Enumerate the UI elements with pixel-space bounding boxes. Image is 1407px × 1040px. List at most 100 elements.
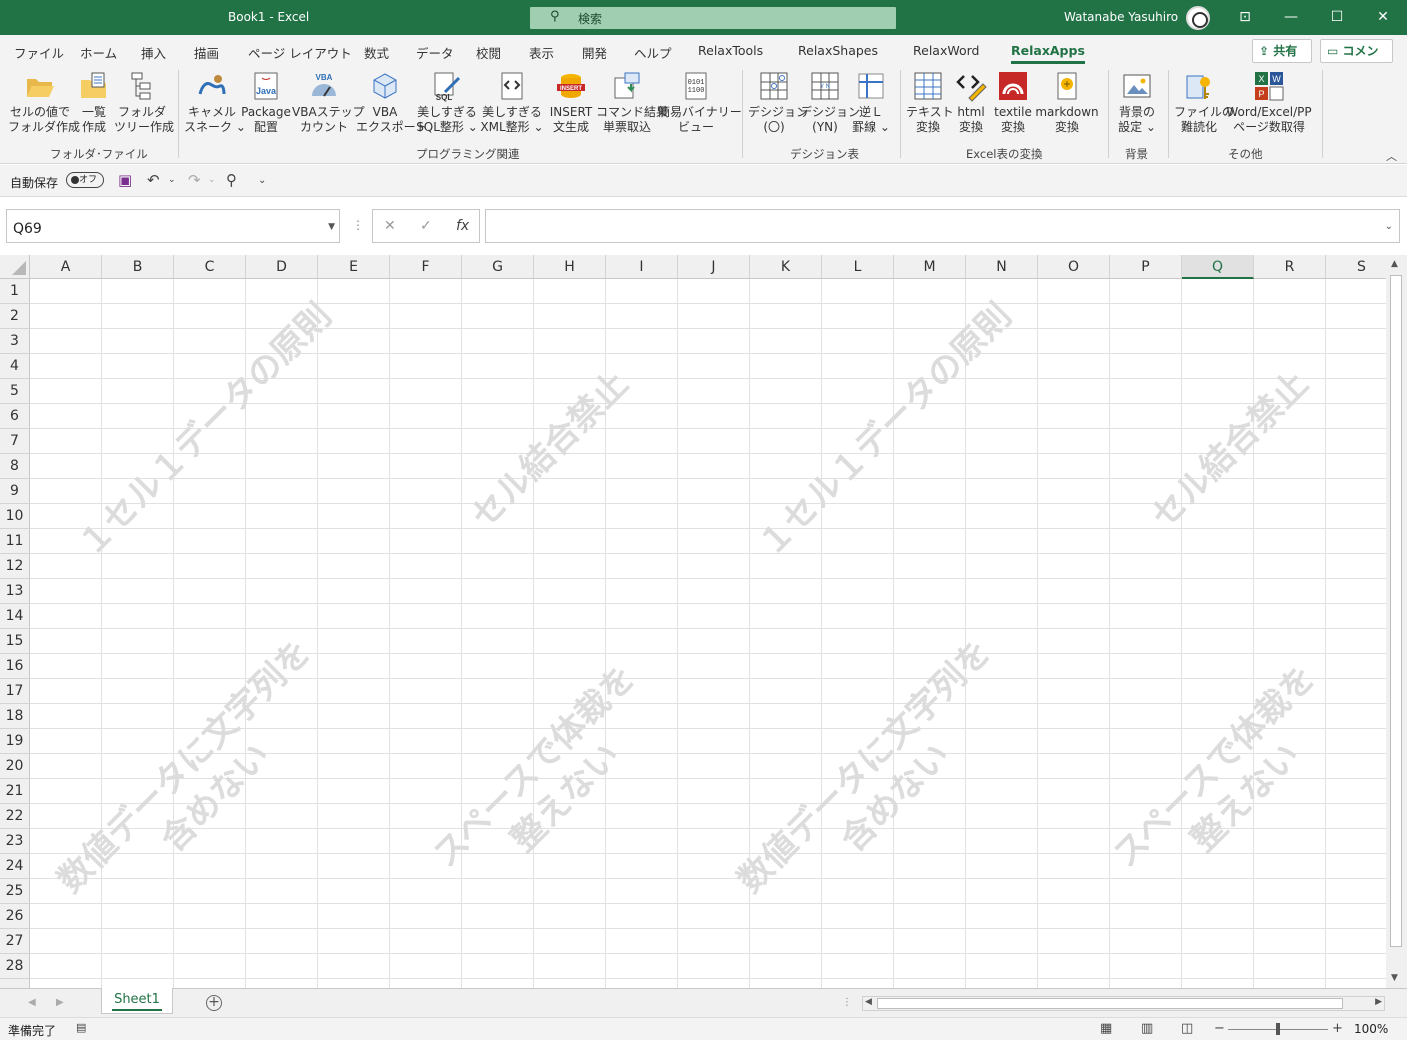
column-header[interactable]: N <box>966 255 1038 279</box>
tab-11[interactable]: RelaxTools <box>698 43 763 58</box>
column-header[interactable]: B <box>102 255 174 279</box>
markdown-convert-button[interactable]: markdown 変換 <box>1034 70 1100 135</box>
user-name[interactable]: Watanabe Yasuhiro <box>1064 10 1178 24</box>
formula-input[interactable]: ⌄ <box>485 209 1400 243</box>
column-header[interactable]: O <box>1038 255 1110 279</box>
row-header[interactable]: 23 <box>0 829 30 854</box>
row-header[interactable]: 16 <box>0 654 30 679</box>
command-result-button[interactable]: コマンド結果 単票取込 <box>596 70 668 135</box>
tab-12[interactable]: RelaxShapes <box>798 43 878 58</box>
row-header[interactable]: 21 <box>0 779 30 804</box>
undo-icon[interactable]: ↶ <box>147 171 160 189</box>
row-header[interactable]: 13 <box>0 579 30 604</box>
column-header[interactable]: S <box>1326 255 1386 279</box>
column-header[interactable]: G <box>462 255 534 279</box>
tab-10[interactable]: ヘルプ <box>634 43 672 62</box>
row-header[interactable]: 18 <box>0 704 30 729</box>
search-box[interactable]: ⚲ 検索 <box>530 7 896 29</box>
zoom-level[interactable]: 100% <box>1354 1022 1388 1036</box>
folder-tree-button[interactable]: フォルダ ツリー作成 <box>114 70 174 135</box>
select-all-button[interactable] <box>0 255 30 279</box>
insert-function-icon[interactable]: fx <box>456 218 469 234</box>
row-header[interactable]: 15 <box>0 629 30 654</box>
comment-button[interactable]: ▭ コメント <box>1320 39 1393 80</box>
scroll-down-icon[interactable]: ▼ <box>1391 973 1398 983</box>
tab-14[interactable]: RelaxApps <box>1011 43 1085 64</box>
page-count-button[interactable]: XWP Word/Excel/PP ページ数取得 <box>1224 70 1314 135</box>
decision-o-button[interactable]: デシジョン (〇) <box>748 70 808 135</box>
row-header[interactable]: 28 <box>0 954 30 979</box>
name-box[interactable]: Q69 ▼ <box>6 209 340 243</box>
row-header[interactable]: 12 <box>0 554 30 579</box>
row-header[interactable]: 7 <box>0 429 30 454</box>
column-header[interactable]: H <box>534 255 606 279</box>
row-header[interactable]: 3 <box>0 329 30 354</box>
row-header[interactable]: 9 <box>0 479 30 504</box>
scroll-left-icon[interactable]: ◀ <box>865 997 872 1007</box>
column-header[interactable]: L <box>822 255 894 279</box>
page-break-view-icon[interactable]: ◫ <box>1181 1021 1193 1036</box>
column-header[interactable]: I <box>606 255 678 279</box>
column-header[interactable]: Q <box>1182 255 1254 279</box>
sql-format-button[interactable]: SQL 美しすぎる SQL整形 ⌄ <box>416 70 478 135</box>
row-header[interactable]: 5 <box>0 379 30 404</box>
minimize-button[interactable]: — <box>1268 0 1314 35</box>
horizontal-scroll-thumb[interactable] <box>877 998 1343 1009</box>
prev-sheet-icon[interactable]: ◀ <box>28 997 36 1008</box>
decision-yn-button[interactable]: Y N デシジョン (YN) <box>800 70 860 135</box>
add-sheet-icon[interactable]: + <box>206 995 222 1011</box>
row-header[interactable]: 8 <box>0 454 30 479</box>
zoom-search-icon[interactable]: ⚲ <box>226 171 237 189</box>
save-icon[interactable]: ▣ <box>118 171 132 189</box>
tab-6[interactable]: データ <box>416 43 454 62</box>
accessibility-icon[interactable]: ▤ <box>76 1021 86 1034</box>
tab-splitter-icon[interactable]: ⋮ <box>842 997 852 1008</box>
tab-13[interactable]: RelaxWord <box>913 43 979 58</box>
row-header[interactable]: 20 <box>0 754 30 779</box>
page-layout-view-icon[interactable]: ▥ <box>1141 1021 1153 1036</box>
scroll-up-icon[interactable]: ▲ <box>1391 259 1398 269</box>
xml-format-button[interactable]: 美しすぎる XML整形 ⌄ <box>480 70 544 135</box>
column-header[interactable]: A <box>30 255 102 279</box>
zoom-in-icon[interactable]: + <box>1332 1021 1343 1036</box>
row-header[interactable]: 11 <box>0 529 30 554</box>
row-header[interactable]: 2 <box>0 304 30 329</box>
column-header[interactable]: M <box>894 255 966 279</box>
column-header[interactable]: J <box>678 255 750 279</box>
tab-2[interactable]: 挿入 <box>141 43 166 62</box>
package-place-button[interactable]: Java Package 配置 <box>240 70 292 135</box>
zoom-out-icon[interactable]: − <box>1214 1021 1225 1036</box>
vertical-scroll-thumb[interactable] <box>1390 275 1402 947</box>
maximize-button[interactable]: ☐ <box>1314 0 1360 35</box>
file-obfuscate-button[interactable]: ファイルの 難読化 <box>1174 70 1234 135</box>
column-header[interactable]: F <box>390 255 462 279</box>
binary-view-button[interactable]: 0101 1100 簡易バイナリー ビュー <box>658 70 742 135</box>
column-header[interactable]: P <box>1110 255 1182 279</box>
horizontal-scrollbar[interactable]: ◀ ▶ <box>862 996 1385 1011</box>
scroll-right-icon[interactable]: ▶ <box>1375 997 1382 1007</box>
row-header[interactable]: 24 <box>0 854 30 879</box>
column-header[interactable]: E <box>318 255 390 279</box>
redo-dropdown-icon[interactable]: ⌄ <box>208 175 216 185</box>
formula-bar-splitter-icon[interactable]: ⋮ <box>352 218 364 232</box>
undo-dropdown-icon[interactable]: ⌄ <box>168 175 176 185</box>
expand-formula-icon[interactable]: ⌄ <box>1385 221 1393 232</box>
zoom-slider-thumb[interactable] <box>1276 1023 1280 1035</box>
row-header[interactable]: 22 <box>0 804 30 829</box>
row-header[interactable]: 26 <box>0 904 30 929</box>
autosave-toggle[interactable]: オフ <box>66 172 104 188</box>
close-button[interactable]: ✕ <box>1360 0 1406 35</box>
row-header[interactable]: 27 <box>0 929 30 954</box>
tab-1[interactable]: ホーム <box>80 43 117 62</box>
vba-step-count-button[interactable]: VBA VBAステップ カウント <box>292 70 365 135</box>
ribbon-display-options-icon[interactable]: ⊡ <box>1222 0 1268 35</box>
tab-8[interactable]: 表示 <box>529 43 554 62</box>
background-settings-button[interactable]: 背景の 設定 ⌄ <box>1114 70 1160 135</box>
normal-view-icon[interactable]: ▦ <box>1100 1021 1112 1036</box>
name-box-dropdown-icon[interactable]: ▼ <box>328 222 335 232</box>
avatar[interactable] <box>1186 6 1210 30</box>
text-convert-button[interactable]: テキスト 変換 <box>906 70 954 135</box>
share-button[interactable]: ⇪ 共有 <box>1252 39 1312 63</box>
worksheet-grid[interactable]: ABCDEFGHIJKLMNOPQRS 1 2 3 4 5 6 7 8 9 10 11 12 13 14 1… <box>0 255 1386 988</box>
insert-gen-button[interactable]: INSERT INSERT 文生成 <box>546 70 596 135</box>
